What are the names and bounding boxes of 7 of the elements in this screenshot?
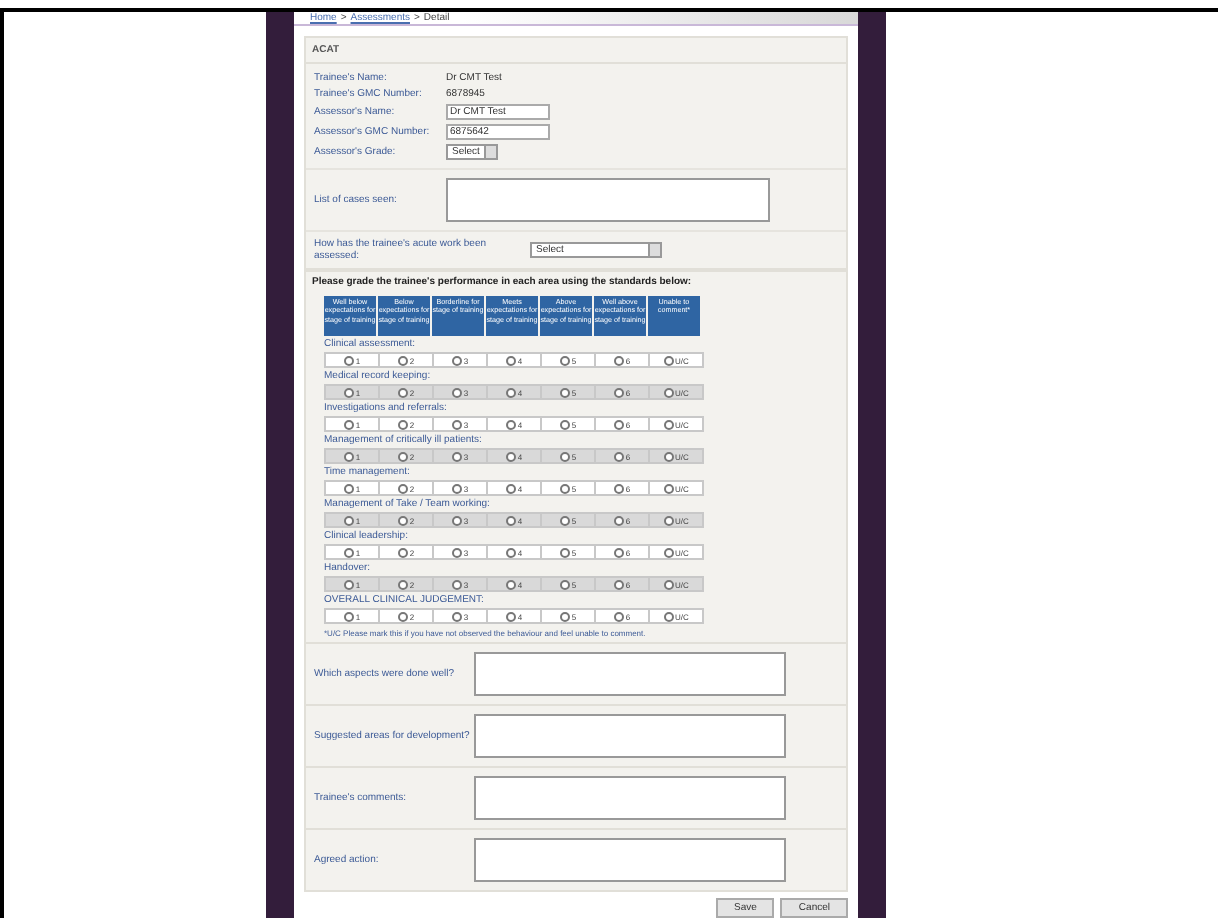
input-field[interactable] xyxy=(474,838,786,882)
caret-icon xyxy=(484,146,496,158)
input-field[interactable] xyxy=(474,714,786,758)
input-field[interactable] xyxy=(446,178,770,222)
caret-icon xyxy=(648,244,660,256)
input-field[interactable] xyxy=(474,776,786,820)
input-field[interactable] xyxy=(474,652,786,696)
